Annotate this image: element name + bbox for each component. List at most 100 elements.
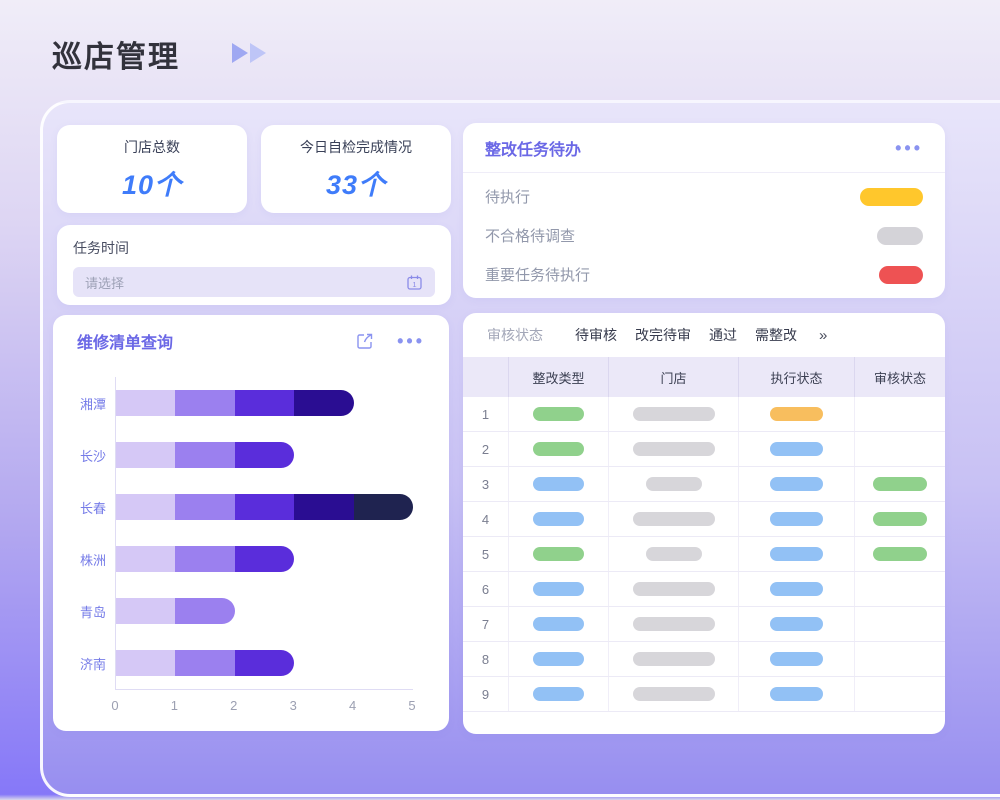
play-triangle-icon: [232, 43, 248, 63]
todo-item[interactable]: 不合格待调查: [485, 216, 923, 255]
status-pill: [533, 617, 584, 631]
status-pill: [873, 477, 927, 491]
table-cell: [739, 642, 855, 676]
table-cell: [509, 397, 609, 431]
table-cell: 5: [463, 537, 509, 571]
todo-item[interactable]: 重要任务待执行: [485, 255, 923, 294]
todo-item-label: 待执行: [485, 186, 530, 207]
table-cell: [609, 607, 739, 641]
bar-segment: [116, 494, 175, 520]
table-row[interactable]: 6: [463, 572, 945, 607]
x-axis-tick-label: 0: [111, 698, 118, 713]
status-pill: [533, 652, 584, 666]
status-pill: [770, 407, 823, 421]
table-row[interactable]: 1: [463, 397, 945, 432]
table-row[interactable]: 4: [463, 502, 945, 537]
stacked-bar: [116, 546, 294, 572]
table-cell: [739, 502, 855, 536]
repair-panel-title: 维修清单查询: [77, 329, 355, 353]
stat-value: 10个: [122, 163, 182, 202]
ellipsis-menu-icon[interactable]: •••: [397, 336, 425, 346]
play-triangle-icon: [250, 43, 266, 63]
x-axis-tick-label: 5: [408, 698, 415, 713]
table-cell: 9: [463, 677, 509, 711]
ellipsis-menu-icon[interactable]: •••: [895, 143, 923, 153]
status-pill: [533, 407, 584, 421]
table-cell: [739, 537, 855, 571]
status-pill: [633, 652, 715, 666]
task-time-card: 任务时间 请选择 1: [57, 225, 451, 305]
table-cell: [739, 572, 855, 606]
export-icon[interactable]: [355, 331, 375, 351]
todo-item-label: 不合格待调查: [485, 225, 575, 246]
table-row[interactable]: 5: [463, 537, 945, 572]
table-body: 1 2 3 4567 8 9: [463, 397, 945, 712]
bar-category-label: 济南: [62, 654, 106, 673]
todo-status-pill: [877, 227, 923, 245]
bar-segment: [175, 442, 234, 468]
stat-value: 33个: [326, 163, 386, 202]
stat-card-self-check: 今日自检完成情况 33个: [261, 125, 451, 213]
todo-panel: 整改任务待办 ••• 待执行不合格待调查重要任务待执行: [463, 123, 945, 298]
double-play-icon: [232, 43, 266, 63]
table-cell: [855, 467, 945, 501]
bar-segment: [294, 390, 353, 416]
table-row[interactable]: 3: [463, 467, 945, 502]
review-status-tabs: 审核状态 待审核改完待审通过需整改 »: [463, 313, 945, 357]
table-cell: [855, 572, 945, 606]
table-cell: [609, 572, 739, 606]
bar-segment: [175, 650, 234, 676]
stat-label: 门店总数: [124, 137, 180, 157]
table-cell: [509, 607, 609, 641]
table-cell: [855, 607, 945, 641]
bar-row: 济南: [116, 637, 413, 689]
table-cell: [609, 642, 739, 676]
bar-segment: [235, 390, 294, 416]
table-cell: 7: [463, 607, 509, 641]
row-index: 1: [482, 407, 489, 422]
table-cell: 6: [463, 572, 509, 606]
status-pill: [533, 512, 584, 526]
tab-通过[interactable]: 通过: [709, 325, 737, 345]
date-placeholder: 请选择: [85, 273, 406, 292]
status-pill: [633, 617, 715, 631]
todo-panel-title: 整改任务待办: [485, 136, 581, 160]
stat-card-store-total: 门店总数 10个: [57, 125, 247, 213]
bar-row: 湘潭: [116, 377, 413, 429]
todo-item[interactable]: 待执行: [485, 177, 923, 216]
more-tabs-chevron-icon[interactable]: »: [819, 327, 827, 344]
stacked-bar: [116, 390, 354, 416]
table-row[interactable]: 8: [463, 642, 945, 677]
status-pill: [633, 582, 715, 596]
table-cell: [855, 642, 945, 676]
repair-bar-chart: 湘潭长沙长春株洲青岛济南 012345: [67, 377, 412, 712]
calendar-icon[interactable]: 1: [406, 274, 423, 291]
tab-改完待审[interactable]: 改完待审: [635, 325, 691, 345]
tab-需整改[interactable]: 需整改: [755, 325, 797, 345]
bar-row: 长春: [116, 481, 413, 533]
status-pill: [873, 547, 927, 561]
table-cell: [509, 537, 609, 571]
todo-status-pill: [879, 266, 923, 284]
status-pill: [770, 582, 823, 596]
table-cell: 3: [463, 467, 509, 501]
status-pill: [633, 407, 715, 421]
status-pill: [633, 512, 715, 526]
date-picker-input[interactable]: 请选择 1: [73, 267, 435, 297]
table-row[interactable]: 2: [463, 432, 945, 467]
status-pill: [770, 687, 823, 701]
tab-待审核[interactable]: 待审核: [575, 325, 617, 345]
todo-list: 待执行不合格待调查重要任务待执行: [463, 173, 945, 294]
table-row[interactable]: 7: [463, 607, 945, 642]
bar-segment: [175, 598, 234, 624]
table-row[interactable]: 9: [463, 677, 945, 712]
status-pill: [770, 442, 823, 456]
table-cell: [739, 677, 855, 711]
row-index: 3: [482, 477, 489, 492]
table-header-index: [463, 357, 509, 397]
row-index: 8: [482, 652, 489, 667]
status-pill: [533, 582, 584, 596]
bar-segment: [175, 494, 234, 520]
row-index: 9: [482, 687, 489, 702]
review-table-panel: 审核状态 待审核改完待审通过需整改 » 整改类型 门店 执行状态 审核状态 12…: [463, 313, 945, 734]
